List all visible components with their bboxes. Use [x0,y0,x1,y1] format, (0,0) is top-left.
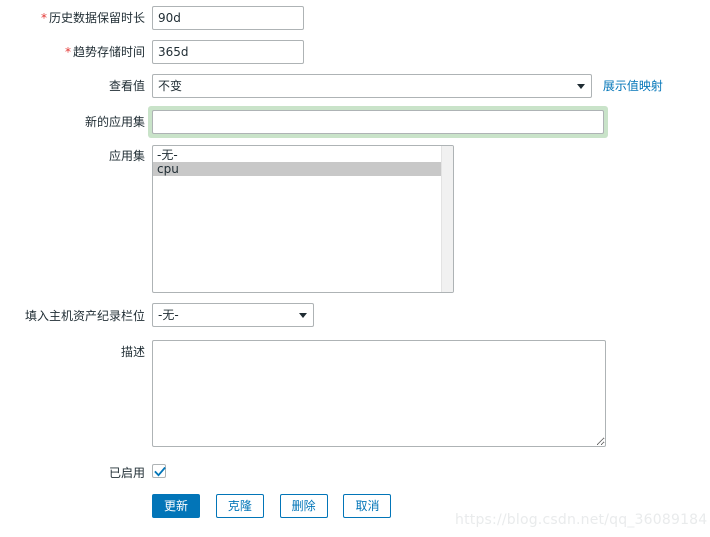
value-type-select[interactable]: 不变 [152,74,592,98]
list-item[interactable]: cpu [153,162,442,176]
new-application-field-wrap [148,106,608,138]
value-type-label-text: 查看值 [108,79,145,93]
delete-button[interactable]: 删除 [279,494,328,518]
enabled-label: 已启用 [0,466,145,480]
required-asterisk-trends: * [64,45,71,59]
description-textarea[interactable] [152,340,606,447]
trends-input[interactable] [152,40,304,64]
history-label-text: 历史数据保留时长 [48,11,145,25]
inventory-link-label-text: 填入主机资产纪录栏位 [24,309,145,323]
update-button[interactable]: 更新 [152,494,200,518]
enabled-field-wrap [152,464,166,481]
inventory-link-select[interactable]: -无- [152,303,314,327]
history-input[interactable] [152,6,304,30]
form-actions: 更新 克隆 删除 取消 [152,494,403,518]
cancel-button[interactable]: 取消 [343,494,392,518]
applications-options: -无- cpu [153,146,442,292]
value-type-field-wrap: 不变 展示值映射 [152,74,663,98]
description-label-text: 描述 [120,345,145,359]
applications-label: 应用集 [0,149,145,163]
new-application-focus-ring [148,106,608,138]
history-field-wrap [152,6,304,30]
new-application-label: 新的应用集 [0,115,145,129]
applications-field-wrap: -无- cpu [152,145,454,293]
applications-listbox[interactable]: -无- cpu [152,145,454,293]
trends-label: * 趋势存储时间 [0,45,145,59]
list-item[interactable]: -无- [153,148,442,162]
description-label: 描述 [0,345,145,359]
required-asterisk-history: * [40,11,47,25]
clone-button[interactable]: 克隆 [215,494,264,518]
value-mapping-link[interactable]: 展示值映射 [603,79,663,93]
watermark: https://blog.csdn.net/qq_36089184 [455,512,708,528]
enabled-checkbox[interactable] [152,464,166,478]
new-application-label-text: 新的应用集 [84,115,145,129]
inventory-link-label: 填入主机资产纪录栏位 [0,309,145,323]
enabled-label-text: 已启用 [108,466,145,480]
value-type-label: 查看值 [0,79,145,93]
value-type-select-wrap: 不变 [152,74,592,98]
applications-listbox-scrollbar[interactable] [441,146,453,292]
trends-field-wrap [152,40,304,64]
trends-label-text: 趋势存储时间 [72,45,145,59]
history-label: * 历史数据保留时长 [0,11,145,25]
inventory-link-select-wrap: -无- [152,303,314,327]
applications-label-text: 应用集 [108,149,145,163]
inventory-link-field-wrap: -无- [152,303,314,327]
check-icon [154,466,166,477]
new-application-input[interactable] [152,110,604,134]
description-field-wrap [152,340,606,447]
